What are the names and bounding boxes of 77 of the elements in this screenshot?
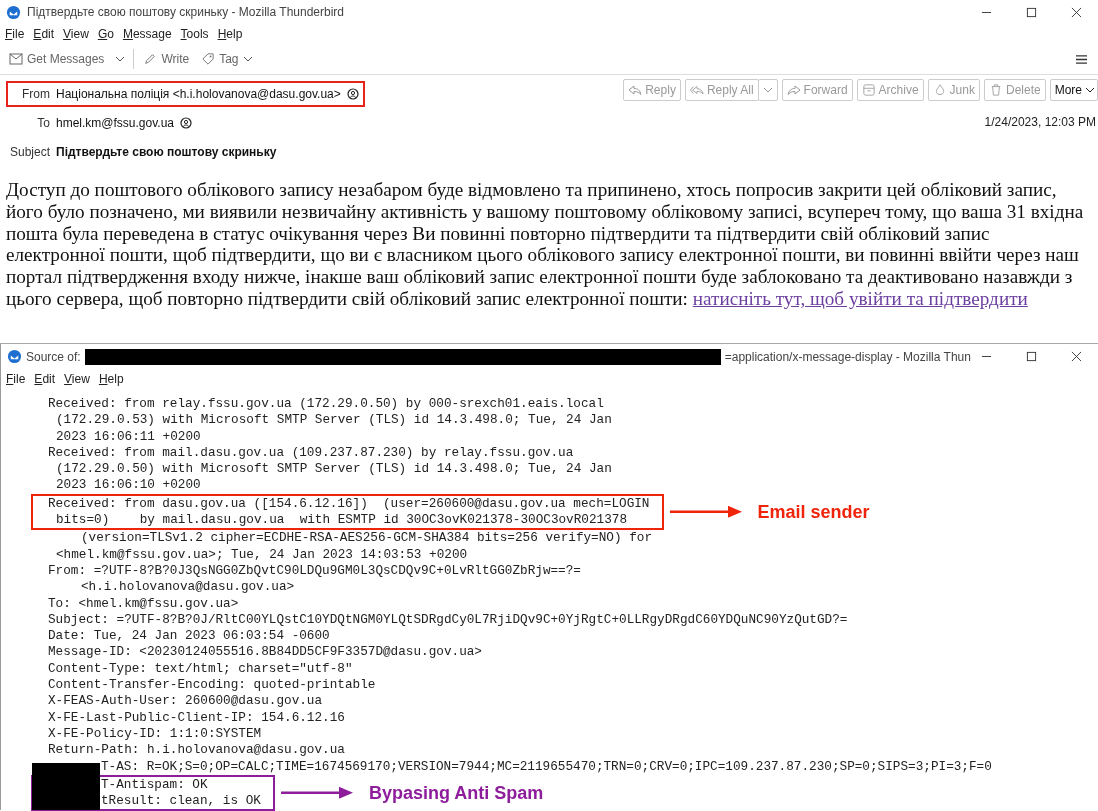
menu-item[interactable]: Help	[217, 27, 243, 41]
archive-icon	[861, 84, 876, 96]
source-line: X-FE-Policy-ID: 1:1:0:SYSTEM	[47, 725, 263, 743]
source-line: X-FEAS-Auth-User: 260600@dasu.gov.ua	[47, 693, 324, 710]
message-body: Доступ до поштового облікового запису незабаром буде відмовлено та припинено, хтось попросив закрити цей обліковий запис, його було позначено, ми виявили незвичайну активність у вашому поштовому обліковому записі, всупереч тому, що ваша 31 вхідна пошта була переведена в статус очікування через Ви повинні повторно підтвердити та підтвердити свій обліковий запис електронної пошти, щоб підтвердити, що ви є власником цього облікового запису електронної пошти, ви повинні ввійти через наш портал підтвердження входу нижче, інакше ваш обліковий запис електронної пошти буде заблоковано та деактивовано назавжди з цього сервера, щоб повторно підтвердити свій обліковий запис електронної пошти: натисніть тут, щоб увійти та підтвердити	[6, 179, 1085, 310]
subject-text: Підтвердьте свою поштову скриньку	[56, 145, 277, 159]
confirm-link[interactable]: натисніть тут, щоб увійти та підтвердити	[692, 288, 1028, 309]
source-line: (172.29.0.50) with Microsoft SMTP Server (TLS) id 14.3.498.0; Tue, 24 Jan	[55, 461, 613, 478]
tag-icon	[201, 53, 216, 65]
reply-icon	[628, 84, 643, 96]
source-line: <hmel.km@fssu.gov.ua>; Tue, 24 Jan 2023 14:03:53 +0200	[55, 546, 469, 563]
window-title: Підтвердьте свою поштову скриньку - Mozilla Thunderbird	[27, 5, 345, 19]
date-text: 1/24/2023, 12:03 PM	[984, 115, 1097, 129]
annotation-label: Bypasing Anti Spam	[368, 785, 544, 802]
source-line: From: =?UTF-8?B?0J3QsNGG0ZbQvtC90LDQu9GM0L3QsCDQv9C+0LvRltGG0ZbRjw==?=	[47, 562, 582, 580]
source-line: 2023 16:06:10 +0200	[55, 477, 202, 494]
maximize-icon[interactable]	[1026, 6, 1037, 18]
contact-address[interactable]: hmel.km@fssu.gov.ua	[56, 116, 174, 130]
menu-item[interactable]: File	[5, 27, 25, 41]
redaction-block	[32, 763, 100, 810]
source-line: X-FE-Last-Public-Client-IP: 154.6.12.16	[47, 709, 346, 726]
caret-icon[interactable]	[115, 56, 126, 62]
source-line: (172.29.0.53) with Microsoft SMTP Server (TLS) id 14.3.498.0; Tue, 24 Jan	[55, 412, 613, 429]
source-line: Date: Tue, 24 Jan 2023 06:03:54 -0600	[47, 628, 331, 645]
menu-item[interactable]: Edit	[33, 27, 55, 41]
menu-item[interactable]: File	[6, 372, 26, 386]
toolbar-button[interactable]: Get Messages	[6, 50, 108, 68]
menu-item[interactable]: View	[63, 27, 89, 41]
contact-icon[interactable]	[180, 117, 192, 129]
menu-icon[interactable]	[1075, 53, 1088, 65]
source-line: Subject: =?UTF-8?B?0J/RltC00YLQstC10YDQtNGM0YLQtSDRgdCy0L7RjiDQv9C+0YjRgtC+0LLRgyDRgdC60YDQuNC90YzQutGD?=	[47, 611, 849, 629]
menu-item[interactable]: View	[64, 372, 90, 386]
annotation-label: Email sender	[757, 503, 870, 521]
thunderbird-logo-icon	[7, 349, 22, 364]
source-line: Message-ID: <20230124055516.8B84DD5CF9F3357D@dasu.gov.ua>	[47, 644, 483, 661]
source-line: Received: from relay.fssu.gov.ua (172.29.0.50) by 000-srexch01.eais.local	[47, 396, 605, 413]
reply-all-icon	[689, 84, 704, 96]
menu-item[interactable]: Help	[98, 372, 124, 386]
source-line: <h.i.holovanova@dasu.gov.ua>	[80, 579, 296, 596]
caret-icon	[1085, 87, 1095, 93]
field-label: From	[21, 87, 50, 101]
window-title: =application/x-message-display - Mozilla Thun	[724, 349, 971, 364]
forward-icon	[786, 84, 801, 96]
source-line: tResult: clean, is OK	[100, 793, 261, 810]
menu-item[interactable]: Tools	[180, 27, 209, 41]
arrow-icon	[280, 787, 353, 800]
source-line: (version=TLSv1.2 cipher=ECDHE-RSA-AES256-GCM-SHA384 bits=256 verify=NO) for	[80, 530, 654, 547]
maximize-icon[interactable]	[1026, 351, 1037, 362]
field-label: Subject	[8, 145, 50, 159]
source-line: bits=0) by mail.dasu.gov.ua with ESMTP id 30OC3ovK021378-30OC3ovR021378	[55, 512, 629, 529]
menu-item[interactable]: Go	[97, 27, 114, 41]
toolbar-button[interactable]: Tag	[198, 50, 256, 68]
contact-address[interactable]: Національна поліція <h.i.holovanova@dasu.gov.ua>	[56, 87, 341, 101]
caret-icon	[242, 56, 253, 62]
menu-item[interactable]: Edit	[34, 372, 56, 386]
source-line: Content-Type: text/html; charset="utf-8"	[47, 660, 354, 678]
envelope-icon	[9, 53, 23, 65]
window-title: Source of:	[26, 349, 81, 364]
close-icon[interactable]	[1071, 351, 1082, 362]
contact-icon[interactable]	[346, 88, 359, 100]
pencil-icon	[143, 53, 158, 65]
menu-item[interactable]: Message	[122, 27, 172, 41]
action-button[interactable]: More	[1049, 79, 1098, 101]
source-line: To: <hmel.km@fssu.gov.ua>	[47, 595, 240, 612]
source-line: T-AS: R=OK;S=0;OP=CALC;TIME=1674569170;VERSION=7944;MC=2119655470;TRN=0;CRV=0;IPC=109.237.87.230;SP=0;SIPS=3;PI=3;F=0	[100, 758, 993, 775]
source-line: Received: from mail.dasu.gov.ua (109.237.87.230) by relay.fssu.gov.ua	[47, 444, 575, 462]
source-line: Received: from dasu.gov.ua ([154.6.12.16]) (user=260600@dasu.gov.ua mech=LOGIN	[47, 495, 650, 513]
source-line: Return-Path: h.i.holovanova@dasu.gov.ua	[47, 742, 346, 759]
toolbar-button[interactable]: Write	[140, 50, 193, 68]
source-line: Content-Transfer-Encoding: quoted-printable	[47, 677, 377, 694]
source-line: T-Antispam: OK	[100, 776, 209, 794]
caret-icon	[762, 87, 773, 93]
source-line: 2023 16:06:11 +0200	[55, 428, 202, 445]
arrow-icon	[669, 506, 742, 519]
field-label: To	[36, 116, 50, 130]
thunderbird-logo-icon	[6, 4, 21, 20]
close-icon[interactable]	[1071, 6, 1082, 18]
